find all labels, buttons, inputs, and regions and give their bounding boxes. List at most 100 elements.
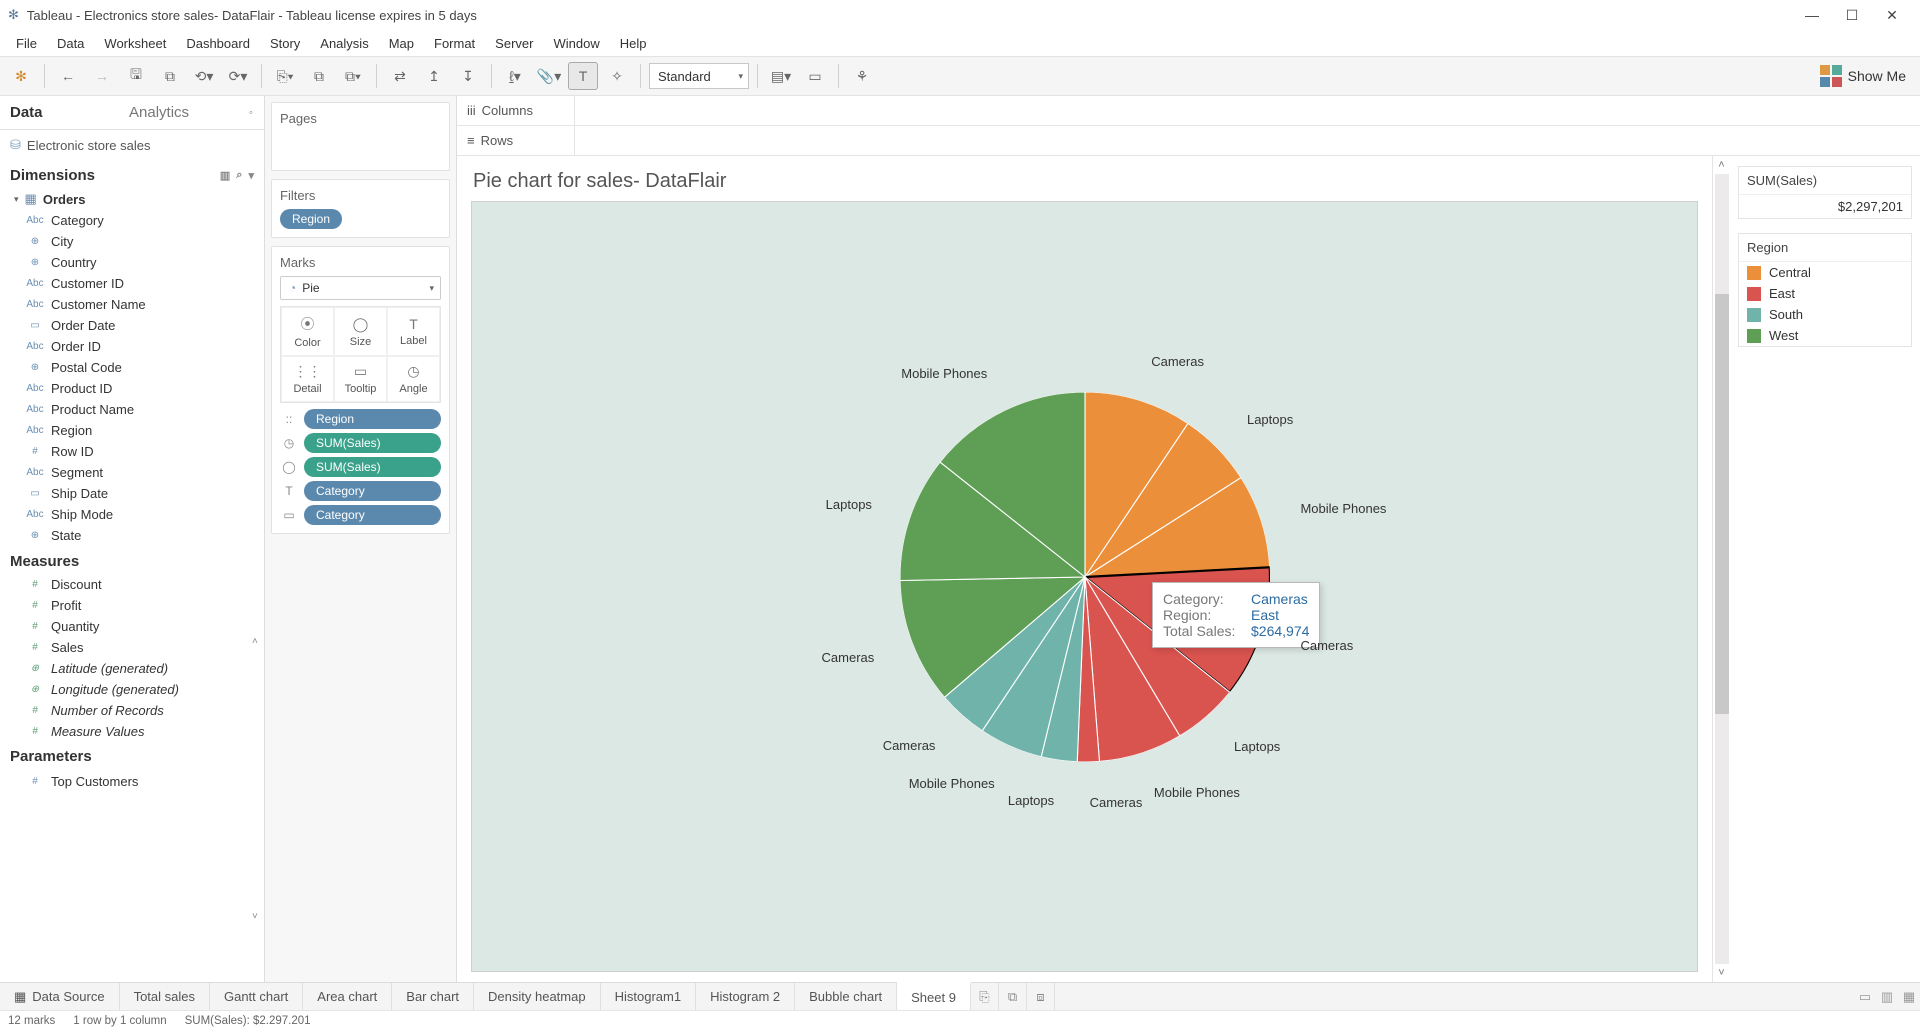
- dim-field[interactable]: ⊕Postal Code: [0, 357, 264, 378]
- mark-cell-tooltip[interactable]: ▭Tooltip: [334, 356, 387, 402]
- save-button[interactable]: 🖫: [121, 62, 151, 90]
- menu-file[interactable]: File: [6, 33, 47, 54]
- view-icon[interactable]: ▥: [220, 169, 230, 182]
- menu-help[interactable]: Help: [610, 33, 657, 54]
- duplicate-button[interactable]: ⧉: [304, 62, 334, 90]
- measure-field[interactable]: #Measure Values: [0, 721, 264, 742]
- dim-field[interactable]: AbcCustomer Name: [0, 294, 264, 315]
- mark-pill[interactable]: ▭Category: [280, 505, 441, 525]
- show-me-button[interactable]: Show Me: [1812, 65, 1914, 87]
- window-maximize-button[interactable]: ☐: [1832, 0, 1872, 30]
- pie-chart[interactable]: [900, 392, 1270, 762]
- measure-field[interactable]: ⊕Longitude (generated): [0, 679, 264, 700]
- data-source-name[interactable]: ⛁ Electronic store sales: [0, 130, 264, 160]
- measure-field[interactable]: #Profit: [0, 595, 264, 616]
- dim-field[interactable]: AbcRegion: [0, 420, 264, 441]
- autoupdate-button[interactable]: ⟲▾: [189, 62, 219, 90]
- sheet-tab[interactable]: Density heatmap: [474, 983, 601, 1010]
- menu-icon[interactable]: ▾: [248, 169, 254, 182]
- sheet-tab[interactable]: Gantt chart: [210, 983, 303, 1010]
- share-button[interactable]: ⚘: [847, 62, 877, 90]
- sheet-tab[interactable]: Bar chart: [392, 983, 474, 1010]
- legend-item[interactable]: East: [1739, 283, 1911, 304]
- sheet-tab[interactable]: Area chart: [303, 983, 392, 1010]
- dim-field[interactable]: ⊕State: [0, 525, 264, 546]
- sheet-tab[interactable]: Histogram1: [601, 983, 696, 1010]
- sheet-tab[interactable]: Histogram 2: [696, 983, 795, 1010]
- sort-desc-button[interactable]: ↧: [453, 62, 483, 90]
- mark-cell-label[interactable]: TLabel: [387, 307, 440, 356]
- new-dashboard-icon[interactable]: ⧉: [999, 983, 1027, 1010]
- mark-cell-color[interactable]: ⦿Color: [281, 307, 334, 356]
- labels-button[interactable]: T: [568, 62, 598, 90]
- filter-pill-region[interactable]: Region: [280, 209, 342, 229]
- menu-analysis[interactable]: Analysis: [310, 33, 378, 54]
- chart-canvas[interactable]: Category:Cameras Region:East Total Sales…: [471, 201, 1698, 972]
- parameter-field[interactable]: #Top Customers: [0, 771, 264, 792]
- refresh-button[interactable]: ⟳▾: [223, 62, 253, 90]
- dim-field[interactable]: AbcSegment: [0, 462, 264, 483]
- dim-table-orders[interactable]: ▾▦Orders: [0, 188, 264, 210]
- window-close-button[interactable]: ✕: [1872, 0, 1912, 30]
- mark-type-dropdown[interactable]: ◔Pie: [280, 276, 441, 300]
- clear-button[interactable]: ⧉▾: [338, 62, 368, 90]
- menu-server[interactable]: Server: [485, 33, 543, 54]
- new-sheet-icon[interactable]: ⎘: [971, 983, 999, 1010]
- fit-dropdown[interactable]: Standard: [649, 63, 749, 89]
- sort-asc-button[interactable]: ↥: [419, 62, 449, 90]
- menu-dashboard[interactable]: Dashboard: [176, 33, 260, 54]
- tab-data[interactable]: Data: [0, 96, 119, 129]
- tab-close-icon[interactable]: ◦: [238, 96, 264, 129]
- highlight-button[interactable]: ℓ▾: [500, 62, 530, 90]
- dim-field[interactable]: AbcShip Mode: [0, 504, 264, 525]
- mark-pill[interactable]: ◷SUM(Sales): [280, 433, 441, 453]
- back-button[interactable]: ←: [53, 62, 83, 90]
- dim-field[interactable]: AbcCategory: [0, 210, 264, 231]
- dim-field[interactable]: ▭Order Date: [0, 315, 264, 336]
- legend-item[interactable]: Central: [1739, 262, 1911, 283]
- dim-field[interactable]: AbcCustomer ID: [0, 273, 264, 294]
- measure-field[interactable]: ⊕Latitude (generated): [0, 658, 264, 679]
- menu-map[interactable]: Map: [379, 33, 424, 54]
- mark-cell-size[interactable]: ◯Size: [334, 307, 387, 356]
- group-button[interactable]: 📎▾: [534, 62, 564, 90]
- menu-format[interactable]: Format: [424, 33, 485, 54]
- mark-pill[interactable]: ::Region: [280, 409, 441, 429]
- show-cards-button[interactable]: ▤▾: [766, 62, 796, 90]
- scroll-up-icon[interactable]: ˄: [252, 636, 262, 647]
- measure-field[interactable]: #Discount: [0, 574, 264, 595]
- sheet-tab[interactable]: ▦Data Source: [0, 983, 120, 1010]
- menu-worksheet[interactable]: Worksheet: [94, 33, 176, 54]
- dim-field[interactable]: ▭Ship Date: [0, 483, 264, 504]
- vertical-scrollbar[interactable]: ˄ ˅: [1712, 156, 1730, 982]
- sheet-tab[interactable]: Total sales: [120, 983, 210, 1010]
- measure-field[interactable]: #Sales: [0, 637, 264, 658]
- mark-cell-detail[interactable]: ⋮⋮Detail: [281, 356, 334, 402]
- new-worksheet-button[interactable]: ⎘▾: [270, 62, 300, 90]
- mark-pill[interactable]: ◯SUM(Sales): [280, 457, 441, 477]
- measure-field[interactable]: #Number of Records: [0, 700, 264, 721]
- dim-field[interactable]: AbcProduct Name: [0, 399, 264, 420]
- dim-field[interactable]: AbcOrder ID: [0, 336, 264, 357]
- search-icon[interactable]: ⌕: [236, 169, 242, 182]
- view-grid-icon[interactable]: ▦: [1898, 983, 1920, 1010]
- view-tabs-icon[interactable]: ▭: [1854, 983, 1876, 1010]
- scroll-down-icon[interactable]: ˅: [252, 911, 262, 922]
- new-datasource-button[interactable]: ⧉: [155, 62, 185, 90]
- tab-analytics[interactable]: Analytics: [119, 96, 238, 129]
- menu-window[interactable]: Window: [543, 33, 609, 54]
- dim-field[interactable]: ⊕Country: [0, 252, 264, 273]
- view-filmstrip-icon[interactable]: ▥: [1876, 983, 1898, 1010]
- legend-item[interactable]: West: [1739, 325, 1911, 346]
- menu-story[interactable]: Story: [260, 33, 310, 54]
- new-story-icon[interactable]: ⧈: [1027, 983, 1055, 1010]
- legend-item[interactable]: South: [1739, 304, 1911, 325]
- sheet-tab[interactable]: Sheet 9: [897, 982, 971, 1010]
- tableau-icon[interactable]: ✻: [6, 62, 36, 90]
- dim-field[interactable]: ⊕City: [0, 231, 264, 252]
- sheet-tab[interactable]: Bubble chart: [795, 983, 897, 1010]
- dim-field[interactable]: #Row ID: [0, 441, 264, 462]
- mark-cell-angle[interactable]: ◷Angle: [387, 356, 440, 402]
- worksheet-title[interactable]: Pie chart for sales- DataFlair: [473, 170, 1698, 193]
- menu-data[interactable]: Data: [47, 33, 94, 54]
